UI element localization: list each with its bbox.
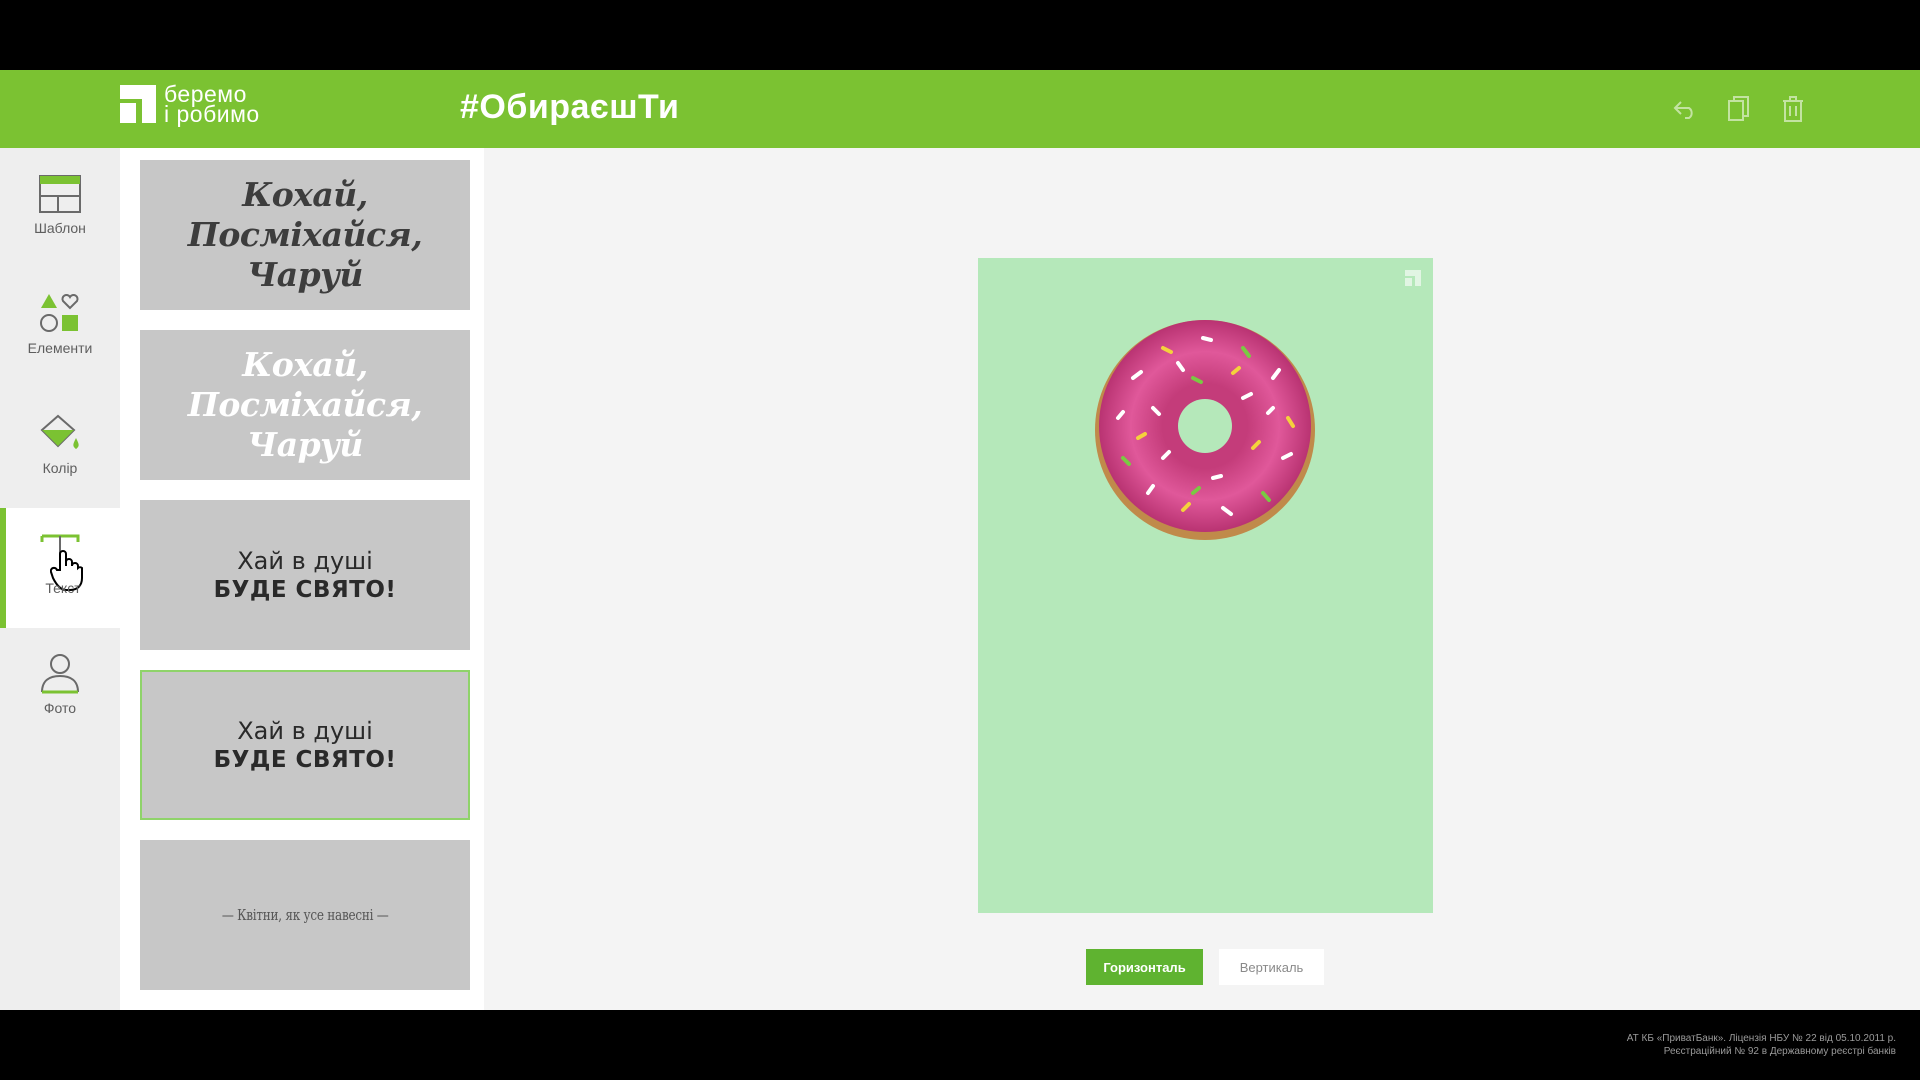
text-template-thumb[interactable]: — Квітни, як усе навесні —: [140, 840, 470, 990]
legal-line-1: АТ КБ «ПриватБанк». Ліцензія НБУ № 22 ві…: [1626, 1033, 1896, 1044]
sidebar-item-label: Фото: [43, 700, 77, 716]
logo-line-2: і робимо: [164, 101, 260, 127]
template-icon: [39, 175, 81, 213]
tool-sidebar: Шаблон Елементи Колір Текст Фото: [0, 148, 120, 1010]
thumb-line: Хай в душі: [237, 717, 373, 745]
sidebar-item-label: Шаблон: [34, 220, 86, 236]
thumb-line: Чаруй: [247, 255, 363, 294]
top-header: беремо і робимо #ОбираєшТи: [0, 70, 1920, 148]
sidebar-item-photo[interactable]: Фото: [0, 628, 120, 748]
thumb-line: БУДЕ СВЯТО!: [213, 747, 397, 773]
vertical-button[interactable]: Вертикаль: [1219, 949, 1324, 985]
app-window: беремо і робимо #ОбираєшТи Шаблон Елемен…: [0, 70, 1920, 1057]
thumb-line: Кохай,: [242, 345, 368, 384]
copy-button[interactable]: [1724, 94, 1754, 124]
sidebar-item-color[interactable]: Колір: [0, 388, 120, 508]
legal-line-2: Реєстраційний № 92 в Державному реєстрі …: [1663, 1046, 1896, 1057]
thumb-line: Посміхайся,: [187, 215, 423, 254]
sidebar-item-template[interactable]: Шаблон: [0, 148, 120, 268]
thumb-line: Посміхайся,: [187, 385, 423, 424]
logo-text: беремо і робимо: [164, 83, 260, 127]
thumb-line: Чаруй: [247, 425, 363, 464]
delete-button[interactable]: [1778, 94, 1808, 124]
sidebar-item-elements[interactable]: Елементи: [0, 268, 120, 388]
sidebar-item-label: Текст: [45, 580, 81, 596]
text-template-thumb[interactable]: Кохай, Посміхайся, Чаруй: [140, 330, 470, 480]
shapes-icon: [40, 294, 79, 332]
thumb-text: Кохай, Посміхайся, Чаруй: [188, 345, 423, 465]
thumb-line: БУДЕ СВЯТО!: [213, 577, 397, 603]
sidebar-item-label: Елементи: [27, 340, 93, 356]
brand-logo[interactable]: беремо і робимо: [120, 83, 260, 127]
header-actions: [1670, 94, 1808, 124]
text-template-thumb-selected[interactable]: Хай в душі БУДЕ СВЯТО!: [140, 670, 470, 820]
undo-icon: [1673, 101, 1693, 119]
sidebar-item-text[interactable]: Текст: [0, 508, 120, 628]
poster-canvas[interactable]: [978, 258, 1433, 913]
donut-image[interactable]: [1093, 318, 1318, 543]
poster-logo-icon: [1405, 270, 1421, 286]
thumb-text: Кохай, Посміхайся, Чаруй: [188, 175, 423, 295]
sidebar-item-label: Колір: [42, 460, 78, 476]
thumb-text: Хай в душі БУДЕ СВЯТО!: [214, 546, 397, 604]
legal-notice: АТ КБ «ПриватБанк». Ліцензія НБУ № 22 ві…: [1627, 1032, 1896, 1058]
paint-bucket-icon: [40, 414, 79, 449]
thumb-line: Хай в душі: [237, 547, 373, 575]
text-templates-panel: Кохай, Посміхайся, Чаруй Кохай, Посміхай…: [120, 148, 484, 1010]
undo-button[interactable]: [1670, 94, 1700, 124]
text-template-thumb[interactable]: Кохай, Посміхайся, Чаруй: [140, 160, 470, 310]
trash-icon: [1783, 96, 1803, 122]
thumb-line: Кохай,: [242, 175, 368, 214]
thumb-text: — Квітни, як усе навесні —: [221, 906, 389, 924]
horizontal-button[interactable]: Горизонталь: [1086, 949, 1203, 985]
logo-mark-icon: [120, 85, 156, 123]
user-icon: [41, 654, 79, 694]
thumb-text: Хай в душі БУДЕ СВЯТО!: [214, 716, 397, 774]
copy-icon: [1728, 96, 1749, 121]
text-template-thumb[interactable]: Хай в душі БУДЕ СВЯТО!: [140, 500, 470, 650]
page-title: #ОбираєшТи: [460, 88, 680, 126]
